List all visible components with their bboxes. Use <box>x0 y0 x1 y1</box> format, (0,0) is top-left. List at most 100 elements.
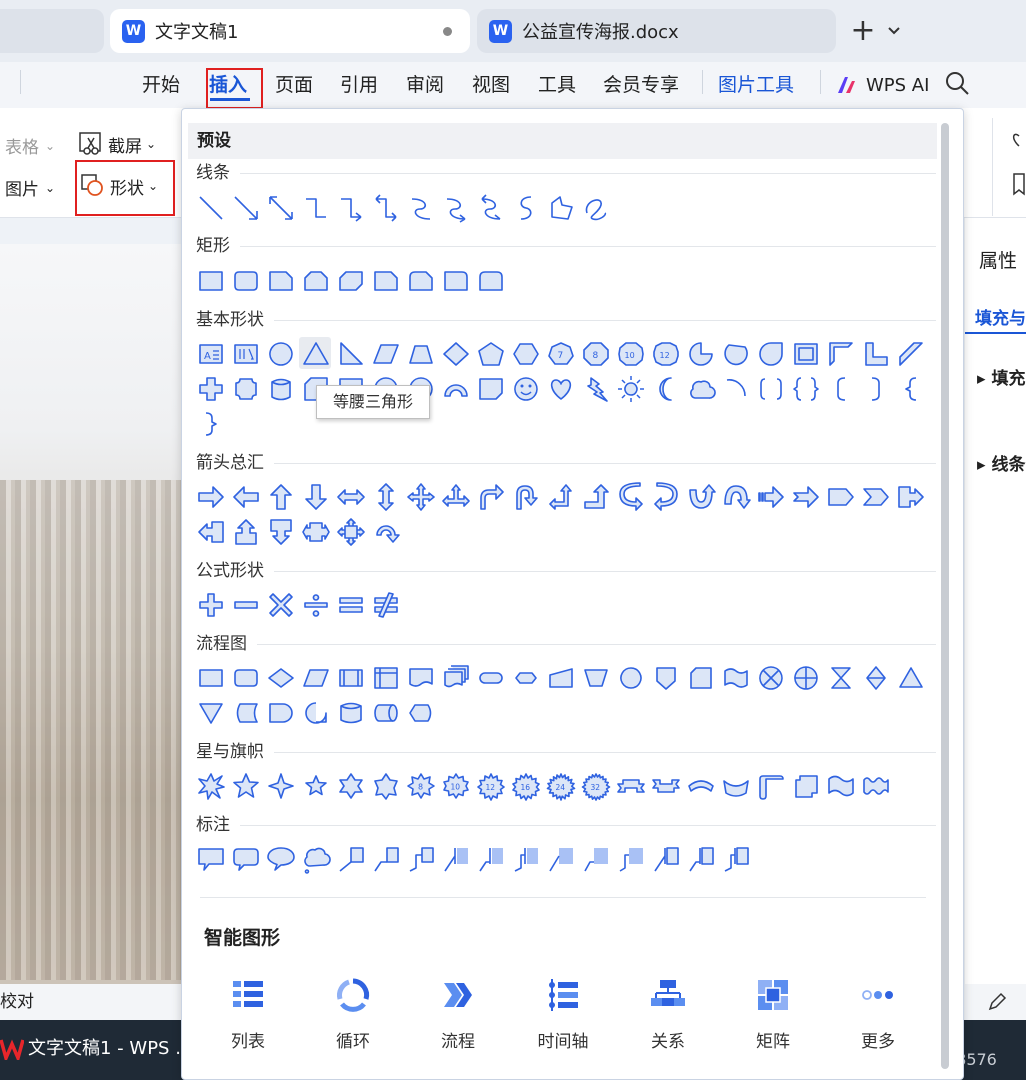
shape-leftup-icon[interactable] <box>546 482 576 512</box>
smart-more[interactable]: 更多 <box>838 977 918 1052</box>
shape-lbrace-icon[interactable] <box>896 374 926 404</box>
shape-scurve-icon[interactable] <box>511 193 541 223</box>
shape-bentarrow-icon[interactable] <box>476 482 506 512</box>
shape-star4-icon[interactable] <box>266 771 296 801</box>
shape-dec-icon[interactable]: 10 <box>616 339 646 369</box>
shape-both2-icon[interactable] <box>686 844 716 874</box>
shape-fmagdisk-icon[interactable] <box>336 698 366 728</box>
smart-matrix[interactable]: 矩阵 <box>733 977 813 1052</box>
shape-fcollate-icon[interactable] <box>826 663 856 693</box>
heart-icon[interactable] <box>1012 128 1026 150</box>
shape-vscroll-icon[interactable] <box>756 771 786 801</box>
shape-curvedbl-icon[interactable] <box>476 193 506 223</box>
shape-fcard-icon[interactable] <box>686 663 716 693</box>
shape-hept-icon[interactable]: 7 <box>546 339 576 369</box>
shape-sun-icon[interactable] <box>616 374 646 404</box>
scrollbar[interactable] <box>941 123 949 1069</box>
smart-timeline[interactable]: 时间轴 <box>523 977 603 1052</box>
search-icon[interactable] <box>944 70 970 96</box>
shape-star6-icon[interactable] <box>336 771 366 801</box>
shape-arc-icon[interactable] <box>721 374 751 404</box>
shape-frame-icon[interactable] <box>791 339 821 369</box>
shape-accent3-icon[interactable] <box>511 844 541 874</box>
shape-border2-icon[interactable] <box>581 844 611 874</box>
shape-round2-icon[interactable] <box>476 266 506 296</box>
proofread-label[interactable]: 校对 <box>0 992 34 1012</box>
shape-cloudcallout-icon[interactable] <box>301 844 331 874</box>
menu-page[interactable]: 页面 <box>275 70 313 100</box>
smart-relation[interactable]: 关系 <box>628 977 708 1052</box>
shape-foffpage-icon[interactable] <box>651 663 681 693</box>
shape-cloud-icon[interactable] <box>686 374 716 404</box>
shape-bentup-icon[interactable] <box>581 482 611 512</box>
shape-rbrace-icon[interactable] <box>196 409 226 439</box>
shape-rrect-icon[interactable] <box>231 266 261 296</box>
document-image[interactable] <box>0 480 182 980</box>
shape-fpunched-icon[interactable] <box>721 663 751 693</box>
shape-star32-icon[interactable]: 32 <box>581 771 611 801</box>
shape-fsumming-icon[interactable] <box>756 663 786 693</box>
shape-pentagonar-icon[interactable] <box>826 482 856 512</box>
wps-logo-icon[interactable] <box>0 1036 24 1060</box>
shape-star5b-icon[interactable] <box>301 771 331 801</box>
menu-member[interactable]: 会员专享 <box>603 70 679 100</box>
menu-review[interactable]: 审阅 <box>406 70 444 100</box>
shape-dcallout-icon[interactable] <box>266 517 296 547</box>
shape-heart-icon[interactable] <box>546 374 576 404</box>
shape-hscroll-icon[interactable] <box>791 771 821 801</box>
shape-snip2-icon[interactable] <box>301 266 331 296</box>
shape-border3-icon[interactable] <box>616 844 646 874</box>
shape-linecallout1-icon[interactable] <box>336 844 366 874</box>
shape-accent1-icon[interactable] <box>441 844 471 874</box>
shape-vtextbox-icon[interactable] <box>231 339 261 369</box>
shape-fextract-icon[interactable] <box>896 663 926 693</box>
shape-ribbon1-icon[interactable] <box>616 771 646 801</box>
shape-dodec-icon[interactable]: 12 <box>651 339 681 369</box>
shape-darrow-icon[interactable] <box>301 482 331 512</box>
menu-tools[interactable]: 工具 <box>538 70 576 100</box>
shape-curve-icon[interactable] <box>406 193 436 223</box>
shape-linecallout2-icon[interactable] <box>371 844 401 874</box>
new-tab-plus-icon[interactable]: + <box>848 14 878 48</box>
shape-divide-icon[interactable] <box>301 590 331 620</box>
shape-cross-icon[interactable] <box>196 374 226 404</box>
shape-uarrow-icon[interactable] <box>266 482 296 512</box>
shape-lbracket-icon[interactable] <box>826 374 856 404</box>
shape-rectcallout-icon[interactable] <box>196 844 226 874</box>
shape-line-icon[interactable] <box>196 193 226 223</box>
shape-cribbon2-icon[interactable] <box>721 771 751 801</box>
shape-smiley-icon[interactable] <box>511 374 541 404</box>
shape-uturn-icon[interactable] <box>511 482 541 512</box>
shape-snipdiag-icon[interactable] <box>336 266 366 296</box>
shape-star10-icon[interactable]: 10 <box>441 771 471 801</box>
shape-freeform-icon[interactable] <box>546 193 576 223</box>
shape-can-icon[interactable] <box>266 374 296 404</box>
shape-fdocument-icon[interactable] <box>406 663 436 693</box>
shape-rcallout-icon[interactable] <box>896 482 926 512</box>
shape-lshape-icon[interactable] <box>861 339 891 369</box>
shape-notequal-icon[interactable] <box>371 590 401 620</box>
tab-fill-line[interactable]: 填充与 <box>975 304 1026 329</box>
shape-explosion-icon[interactable] <box>196 771 226 801</box>
shape-curvedu-icon[interactable] <box>686 482 716 512</box>
bookmark-icon[interactable] <box>1012 172 1026 198</box>
shape-halfframe-icon[interactable] <box>826 339 856 369</box>
shape-lrcallout-icon[interactable] <box>301 517 331 547</box>
tab-previous[interactable] <box>0 9 104 53</box>
shape-dblbrace-icon[interactable] <box>791 374 821 404</box>
shape-fstored-icon[interactable] <box>231 698 261 728</box>
menu-home[interactable]: 开始 <box>142 70 180 100</box>
shape-dblarrow-icon[interactable] <box>266 193 296 223</box>
taskbar-window-label[interactable]: 文字文稿1 - WPS ... <box>28 1036 192 1062</box>
shape-chord-icon[interactable] <box>721 339 751 369</box>
shape-curvedl-icon[interactable] <box>651 482 681 512</box>
shape-arrowline-icon[interactable] <box>231 193 261 223</box>
shape-fdelay-icon[interactable] <box>266 698 296 728</box>
shape-star5-icon[interactable] <box>231 771 261 801</box>
shape-diamond-icon[interactable] <box>441 339 471 369</box>
shape-fmanualop-icon[interactable] <box>581 663 611 693</box>
smart-process[interactable]: 流程 <box>418 977 498 1052</box>
shape-sniprr-icon[interactable] <box>371 266 401 296</box>
shape-quadcallout-icon[interactable] <box>336 517 366 547</box>
shape-ucallout-icon[interactable] <box>231 517 261 547</box>
